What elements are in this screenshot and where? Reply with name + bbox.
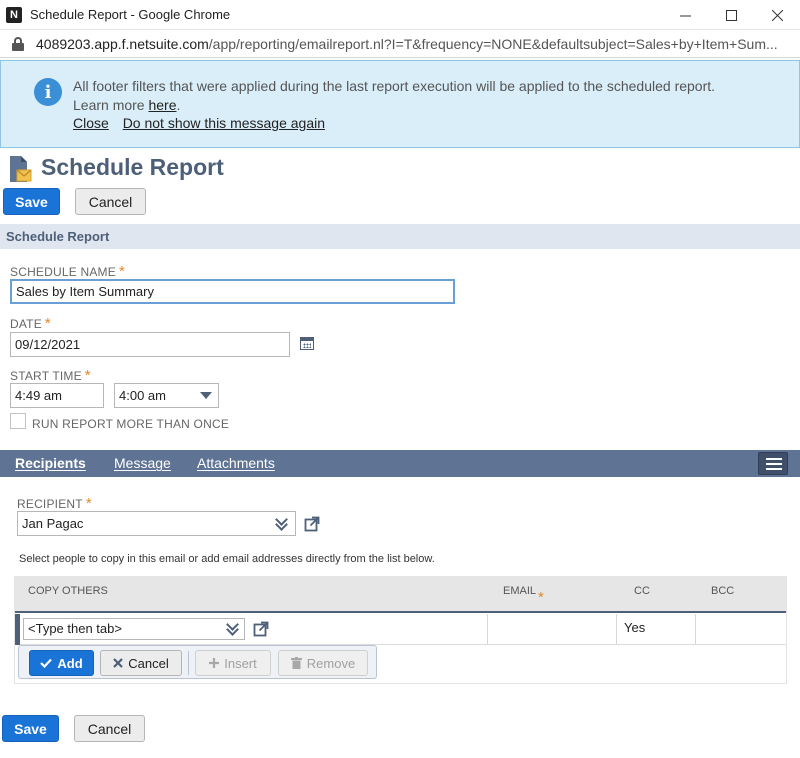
start-time-label: START TIME *: [10, 367, 91, 384]
recipient-value: Jan Pagac: [22, 516, 84, 531]
banner-message-text: All footer filters that were applied dur…: [73, 78, 716, 94]
add-line-button[interactable]: Add: [29, 650, 94, 676]
banner-links: Close Do not show this message again: [73, 115, 335, 131]
open-external-icon[interactable]: [304, 516, 320, 532]
bcc-cell[interactable]: [696, 614, 786, 645]
required-marker: *: [538, 589, 544, 606]
plus-icon: [209, 658, 220, 668]
remove-label: Remove: [306, 655, 356, 671]
copy-others-select[interactable]: <Type then tab>: [23, 618, 245, 640]
netsuite-app-icon: N: [6, 6, 22, 23]
required-marker: *: [85, 495, 92, 512]
cancel-button-top[interactable]: Cancel: [75, 188, 146, 215]
browser-title-bar: N Schedule Report - Google Chrome: [0, 0, 800, 30]
recipient-label: RECIPIENT *: [17, 495, 92, 512]
col-copy-others: COPY OTHERS: [28, 585, 108, 597]
start-time-input[interactable]: 4:49 am: [10, 383, 104, 408]
x-icon: [113, 658, 124, 668]
url-path: /app/reporting/emailreport.nl?I=T&freque…: [208, 35, 778, 52]
run-more-label: RUN REPORT MORE THAN ONCE: [32, 417, 230, 431]
minimize-icon[interactable]: [662, 0, 708, 30]
save-button-top[interactable]: Save: [3, 188, 60, 215]
copy-hint-text: Select people to copy in this email or a…: [19, 553, 435, 565]
date-label: DATE *: [10, 315, 51, 332]
tab-recipients[interactable]: Recipients: [15, 455, 86, 471]
save-button-bottom[interactable]: Save: [2, 715, 59, 742]
schedule-name-input[interactable]: Sales by Item Summary: [10, 279, 455, 304]
copy-others-placeholder: <Type then tab>: [28, 621, 122, 636]
add-label: Add: [57, 655, 83, 671]
cancel-button-bottom[interactable]: Cancel: [74, 715, 145, 742]
learn-more-link[interactable]: here: [148, 97, 176, 113]
dropdown-arrow-icon: [200, 392, 212, 399]
recipient-select[interactable]: Jan Pagac: [17, 511, 296, 536]
col-cc: CC: [634, 585, 650, 597]
start-time-select-value: 4:00 am: [119, 388, 166, 403]
date-input[interactable]: 09/12/2021: [10, 332, 290, 357]
insert-line-button[interactable]: Insert: [195, 650, 271, 676]
required-marker: *: [44, 315, 51, 332]
run-more-checkbox[interactable]: [10, 413, 26, 429]
divider: [188, 651, 189, 675]
calendar-icon[interactable]: [300, 337, 314, 350]
required-marker: *: [84, 367, 91, 384]
remove-line-button[interactable]: Remove: [278, 650, 368, 676]
url-text[interactable]: 4089203.app.f.netsuite.com/app/reporting…: [36, 36, 796, 52]
double-chevron-down-icon: [275, 518, 287, 530]
info-banner: i All footer filters that were applied d…: [0, 60, 800, 148]
window-title: Schedule Report - Google Chrome: [30, 7, 231, 22]
checkmark-icon: [40, 658, 53, 668]
email-cell[interactable]: [488, 614, 616, 645]
sublist-action-bar: Add Cancel Insert Remove: [18, 645, 377, 679]
col-email: EMAIL *: [503, 585, 544, 606]
window-controls: [662, 0, 800, 30]
learn-more-prefix: Learn more: [73, 97, 145, 113]
section-header: Schedule Report: [0, 224, 800, 249]
subtab-bar: Recipients Message Attachments: [0, 450, 800, 477]
info-icon: i: [34, 78, 62, 106]
close-window-icon[interactable]: [754, 0, 800, 30]
tab-message[interactable]: Message: [114, 455, 171, 471]
table-row: <Type then tab> Yes: [15, 614, 786, 645]
required-marker: *: [118, 263, 126, 280]
address-bar[interactable]: 4089203.app.f.netsuite.com/app/reporting…: [0, 30, 800, 58]
trash-icon: [290, 657, 302, 669]
banner-close-link[interactable]: Close: [73, 115, 109, 131]
start-time-select[interactable]: 4:00 am: [114, 383, 219, 408]
schedule-name-label: SCHEDULE NAME *: [10, 263, 126, 280]
row-marker: [15, 614, 20, 645]
cell-divider: [616, 614, 617, 645]
cancel-line-label: Cancel: [128, 655, 169, 671]
insert-label: Insert: [224, 655, 257, 671]
sublist-header: COPY OTHERS EMAIL * CC BCC: [15, 577, 786, 613]
lock-icon[interactable]: [12, 36, 24, 51]
col-bcc: BCC: [711, 585, 735, 597]
maximize-icon[interactable]: [708, 0, 754, 30]
double-chevron-down-icon: [226, 623, 238, 635]
url-host: 4089203.app.f.netsuite.com: [36, 35, 209, 52]
tab-menu-icon[interactable]: [758, 452, 788, 475]
schedule-report-icon: [10, 156, 32, 182]
cancel-line-button[interactable]: Cancel: [100, 650, 182, 676]
banner-message: All footer filters that were applied dur…: [73, 78, 716, 113]
open-external-icon[interactable]: [253, 621, 269, 637]
tab-attachments[interactable]: Attachments: [197, 455, 275, 471]
page-title: Schedule Report: [41, 154, 224, 180]
cc-cell[interactable]: Yes: [624, 620, 645, 635]
banner-dismiss-link[interactable]: Do not show this message again: [123, 115, 325, 131]
